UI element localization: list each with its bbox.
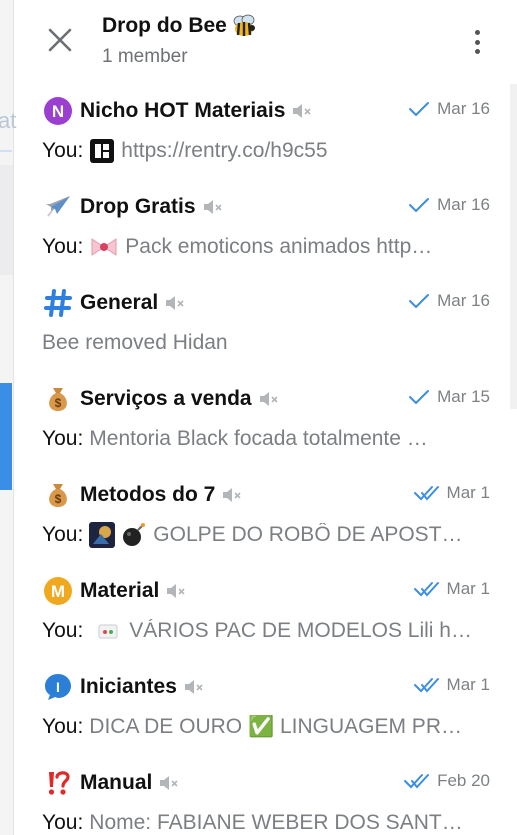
muted-icon xyxy=(203,200,222,214)
topic-date: Mar 1 xyxy=(446,483,490,502)
pager-icon xyxy=(98,624,118,639)
topic-header: Drop do Bee 1 member xyxy=(14,0,517,84)
message-preview: Bee removed Hidan xyxy=(42,331,228,354)
muted-icon xyxy=(293,104,311,118)
muted-icon xyxy=(223,488,241,502)
topic-item-iniciantes[interactable]: I Iniciantes Mar 1 You: DICA DE OURO ✅ L… xyxy=(14,660,510,756)
topic-date: Mar 16 xyxy=(437,291,490,310)
muted-icon xyxy=(160,776,178,790)
dot-icon xyxy=(474,30,480,35)
topic-item-servicos-a-venda[interactable]: $ Serviços a venda Mar 15 You: Mentoria … xyxy=(14,372,510,468)
dot-icon xyxy=(474,39,480,45)
message-preview: DICA DE OURO ✅ LINGUAGEM PR… xyxy=(89,715,462,738)
topic-name: General xyxy=(80,291,159,314)
topic-list: N Nicho HOT Materiais Mar 16 You: https:… xyxy=(14,84,510,835)
sender-label: You: xyxy=(42,523,84,546)
sender-label: You: xyxy=(42,235,84,258)
background-panel-block xyxy=(0,165,13,275)
muted-icon xyxy=(167,584,185,598)
double-check-icon xyxy=(413,582,439,597)
topic-item-metodos-do-7[interactable]: $ Metodos do 7 Mar 1 You: GOLPE DO ROBÔ … xyxy=(14,468,510,564)
airplane-icon xyxy=(42,193,74,221)
n-circle-icon: N xyxy=(42,97,74,125)
sender-label: You: xyxy=(42,139,84,162)
exclamation-question-icon xyxy=(42,769,74,797)
svg-text:$: $ xyxy=(55,492,62,506)
svg-text:I: I xyxy=(56,679,60,695)
sender-label: You: xyxy=(42,715,84,738)
sender-label: You: xyxy=(42,427,84,450)
single-check-icon xyxy=(409,390,430,405)
background-panel: at xyxy=(0,0,16,835)
topic-item-general[interactable]: General Mar 16 Bee removed Hidan xyxy=(14,276,510,372)
muted-icon xyxy=(166,296,184,310)
svg-text:M: M xyxy=(51,582,65,601)
topic-date: Mar 1 xyxy=(446,675,490,694)
muted-icon xyxy=(259,392,278,406)
topic-date: Feb 20 xyxy=(437,771,490,790)
message-preview: Mentoria Black focada totalmente … xyxy=(89,427,428,450)
topic-item-nicho-hot-materiais[interactable]: N Nicho HOT Materiais Mar 16 You: https:… xyxy=(14,84,510,180)
topic-name: Iniciantes xyxy=(80,675,177,698)
more-options-button[interactable] xyxy=(467,26,487,58)
topic-item-material[interactable]: M Material Mar 1 You: VÁRIOS PAC DE MODE… xyxy=(14,564,510,660)
single-check-icon xyxy=(409,198,430,213)
sender-label: You: xyxy=(42,619,84,642)
background-underline xyxy=(0,150,12,152)
double-check-icon xyxy=(413,678,439,693)
group-title: Drop do Bee xyxy=(102,14,227,37)
topic-date: Mar 1 xyxy=(446,579,490,598)
topic-name: Manual xyxy=(80,771,153,794)
message-preview: VÁRIOS PAC DE MODELOS Lili h… xyxy=(129,619,472,642)
close-icon xyxy=(48,28,72,52)
topic-date: Mar 16 xyxy=(437,99,490,118)
double-check-icon xyxy=(404,774,430,789)
topic-name: Nicho HOT Materiais xyxy=(80,99,286,122)
message-preview: GOLPE DO ROBÔ DE APOST… xyxy=(153,523,463,546)
muted-icon xyxy=(184,680,203,694)
money-bag-icon: $ xyxy=(42,385,74,413)
single-check-icon xyxy=(409,102,430,117)
topic-name: Material xyxy=(80,579,160,602)
topic-name: Serviços a venda xyxy=(80,387,252,410)
dot-icon xyxy=(474,49,480,54)
topic-date: Mar 15 xyxy=(437,387,490,406)
qr-square-icon xyxy=(90,139,115,163)
svg-text:N: N xyxy=(52,102,64,121)
info-bubble-icon: I xyxy=(42,673,74,701)
bee-icon xyxy=(233,14,255,36)
single-check-icon xyxy=(409,294,430,309)
close-button[interactable] xyxy=(44,24,76,56)
background-accent-bar xyxy=(0,383,12,490)
message-preview: https://rentry.co/h9c55 xyxy=(121,139,328,162)
sender-label: You: xyxy=(42,811,84,834)
topic-item-drop-gratis[interactable]: Drop Gratis Mar 16 You: Pack emoticons a… xyxy=(14,180,510,276)
topic-date: Mar 16 xyxy=(437,195,490,214)
bomb-icon xyxy=(123,523,146,546)
image-thumbnail-icon xyxy=(89,522,116,548)
ribbon-bow-icon xyxy=(91,238,117,256)
topic-item-manual[interactable]: Manual Feb 20 You: Nome: FABIANE WEBER D… xyxy=(14,756,510,835)
svg-text:$: $ xyxy=(55,396,62,410)
double-check-icon xyxy=(413,486,439,501)
topic-name: Drop Gratis xyxy=(80,195,196,218)
money-bag-icon: $ xyxy=(42,481,74,509)
member-count: 1 member xyxy=(102,46,188,67)
message-preview: Pack emoticons animados http… xyxy=(125,235,433,258)
scrollbar-track[interactable] xyxy=(510,84,517,409)
m-circle-icon: M xyxy=(42,577,74,605)
topic-name: Metodos do 7 xyxy=(80,483,216,506)
message-preview: Nome: FABIANE WEBER DOS SANT… xyxy=(89,811,463,834)
hash-icon xyxy=(42,289,74,317)
